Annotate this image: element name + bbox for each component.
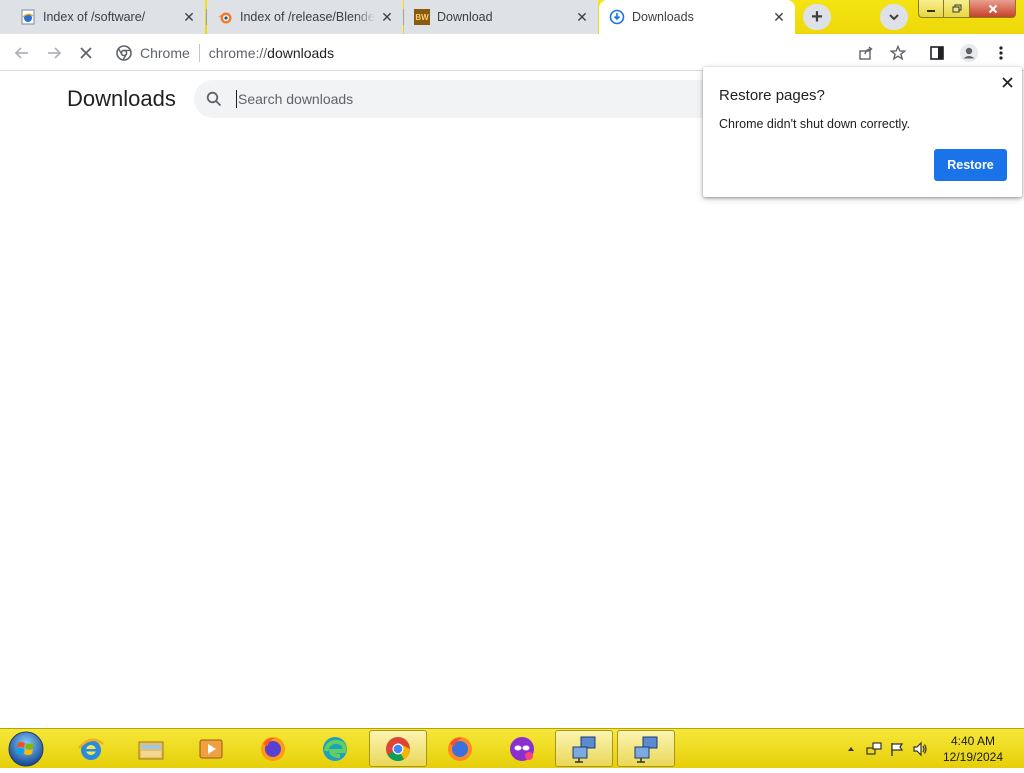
dialog-message: Chrome didn't shut down correctly. bbox=[719, 117, 911, 131]
tab-title: Index of /release/Blender bbox=[240, 10, 375, 24]
restore-window-button[interactable] bbox=[944, 0, 970, 18]
close-icon bbox=[80, 47, 92, 59]
bw-icon: BW bbox=[414, 9, 430, 25]
tab-download[interactable]: BW Download ✕ bbox=[404, 0, 598, 34]
side-panel-icon bbox=[930, 46, 944, 60]
taskbar-edge[interactable] bbox=[306, 730, 364, 767]
taskbar: 4:40 AM 12/19/2024 bbox=[0, 728, 1024, 768]
taskbar-chrome[interactable] bbox=[369, 730, 427, 767]
site-label: Chrome bbox=[140, 44, 190, 61]
search-box[interactable] bbox=[194, 80, 754, 118]
tab-close-icon[interactable]: ✕ bbox=[379, 9, 395, 25]
minimize-button[interactable] bbox=[918, 0, 944, 18]
show-hidden-icons-button[interactable] bbox=[842, 744, 860, 754]
media-player-icon bbox=[199, 739, 223, 758]
taskbar-file-explorer[interactable] bbox=[122, 730, 180, 767]
volume-icon[interactable] bbox=[911, 741, 929, 757]
minimize-icon bbox=[927, 9, 935, 12]
tab-index-release-blender[interactable]: Index of /release/Blender ✕ bbox=[207, 0, 403, 34]
chevron-down-icon bbox=[889, 14, 899, 21]
tab-strip: Index of /software/ ✕ Index of /release/… bbox=[0, 0, 1024, 34]
star-icon bbox=[890, 45, 906, 61]
page-title: Downloads bbox=[67, 86, 176, 111]
taskbar-media-player[interactable] bbox=[182, 730, 240, 767]
tab-downloads[interactable]: Downloads ✕ bbox=[599, 0, 795, 34]
remote-desktop-icon bbox=[634, 736, 658, 763]
omnibox-divider bbox=[198, 43, 200, 62]
site-chip[interactable]: Chrome bbox=[116, 45, 190, 61]
tab-title: Downloads bbox=[632, 10, 694, 24]
taskbar-firefox-2[interactable] bbox=[431, 730, 489, 767]
blender-icon bbox=[217, 9, 233, 25]
tab-search-button[interactable] bbox=[880, 4, 908, 30]
tab-close-icon[interactable]: ✕ bbox=[771, 9, 787, 25]
back-button[interactable] bbox=[9, 40, 35, 66]
folder-icon bbox=[138, 741, 164, 759]
close-window-button[interactable] bbox=[970, 0, 1016, 18]
profile-button[interactable] bbox=[956, 40, 982, 66]
restore-pages-dialog: Restore pages? Chrome didn't shut down c… bbox=[703, 67, 1022, 197]
stop-button[interactable] bbox=[73, 40, 99, 66]
taskbar-internet-explorer[interactable] bbox=[62, 730, 120, 767]
windows-start-icon bbox=[8, 731, 44, 767]
more-vert-icon bbox=[999, 46, 1003, 60]
firefox-icon bbox=[261, 736, 285, 761]
dialog-close-button[interactable] bbox=[999, 74, 1015, 90]
edge-icon bbox=[323, 736, 347, 761]
share-icon bbox=[859, 46, 873, 60]
close-icon bbox=[1001, 76, 1013, 88]
close-icon bbox=[988, 4, 997, 13]
chrome-icon bbox=[386, 736, 410, 761]
chrome-icon bbox=[116, 44, 132, 61]
firefox-icon bbox=[448, 736, 472, 761]
dialog-title: Restore pages? bbox=[719, 87, 825, 104]
ie-page-icon bbox=[20, 9, 36, 25]
browser-toolbar: Chrome chrome://downloads bbox=[0, 34, 1024, 71]
url-text[interactable]: chrome://downloads bbox=[209, 45, 334, 61]
arrow-left-icon bbox=[14, 47, 28, 59]
side-panel-button[interactable] bbox=[924, 40, 950, 66]
tab-index-software[interactable]: Index of /software/ ✕ bbox=[0, 0, 205, 34]
window-controls bbox=[918, 0, 1016, 18]
menu-button[interactable] bbox=[988, 40, 1014, 66]
remote-desktop-icon bbox=[572, 736, 596, 763]
chevron-up-icon bbox=[848, 747, 854, 751]
tab-title: Index of /software/ bbox=[43, 10, 146, 24]
network-icon[interactable] bbox=[865, 741, 883, 757]
mask-icon bbox=[510, 736, 534, 761]
taskbar-remote-desktop-2[interactable] bbox=[617, 730, 675, 767]
clock-date: 12/19/2024 bbox=[942, 750, 1004, 764]
taskbar-firefox[interactable] bbox=[244, 730, 302, 767]
taskbar-privacy-browser[interactable] bbox=[493, 730, 551, 767]
internet-explorer-icon bbox=[78, 738, 104, 760]
downloads-icon bbox=[609, 9, 625, 25]
search-input[interactable] bbox=[236, 90, 716, 108]
bookmark-button[interactable] bbox=[885, 40, 911, 66]
plus-icon: + bbox=[811, 5, 823, 28]
clock-time: 4:40 AM bbox=[950, 734, 996, 748]
system-tray bbox=[842, 729, 934, 769]
arrow-right-icon bbox=[48, 47, 62, 59]
share-button[interactable] bbox=[853, 40, 879, 66]
taskbar-remote-desktop[interactable] bbox=[555, 730, 613, 767]
tab-title: Download bbox=[437, 10, 493, 24]
flag-icon[interactable] bbox=[888, 741, 906, 757]
avatar-icon bbox=[960, 44, 978, 62]
restore-button[interactable]: Restore bbox=[934, 149, 1007, 181]
start-button[interactable] bbox=[7, 730, 45, 768]
new-tab-button[interactable]: + bbox=[803, 4, 831, 30]
clock[interactable]: 4:40 AM 12/19/2024 bbox=[936, 733, 1010, 765]
tab-close-icon[interactable]: ✕ bbox=[574, 9, 590, 25]
tab-close-icon[interactable]: ✕ bbox=[181, 9, 197, 25]
forward-button[interactable] bbox=[41, 40, 67, 66]
search-icon bbox=[206, 91, 222, 107]
restore-window-icon bbox=[952, 4, 961, 12]
